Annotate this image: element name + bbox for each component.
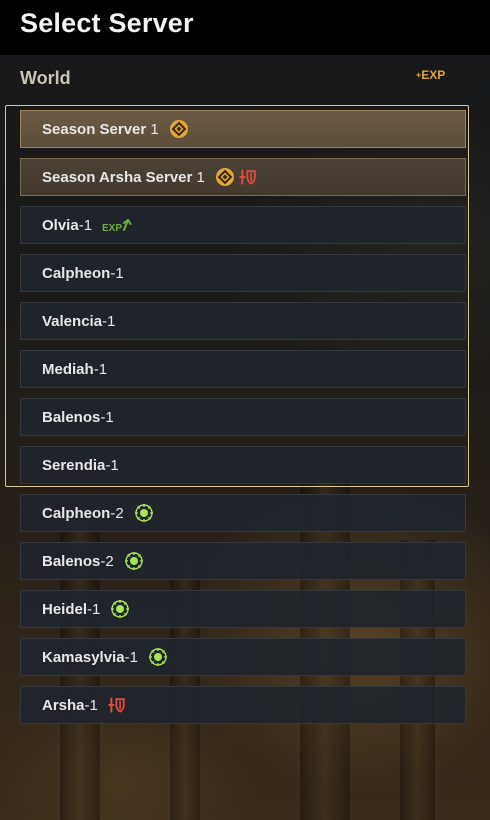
server-name: Balenos-2: [42, 553, 114, 570]
pvp-icon: [108, 695, 128, 715]
exp-legend: +EXP: [416, 68, 446, 82]
server-channel-number: 1: [83, 216, 93, 234]
server-channel-number: 1: [89, 696, 98, 714]
pvp-icon: [239, 167, 259, 187]
server-name: Serendia-1: [42, 457, 119, 474]
server-name-base: Balenos: [42, 408, 101, 426]
server-channel-number: 1: [129, 648, 138, 666]
spark-icon: [110, 599, 130, 619]
title-bar: Select Server: [0, 0, 490, 55]
server-row[interactable]: Mediah-1: [20, 350, 466, 388]
exp-legend-text: EXP: [421, 68, 446, 82]
server-name-base: Heidel: [42, 600, 88, 618]
server-badges: EXP: [102, 216, 132, 234]
server-name: Mediah-1: [42, 361, 107, 378]
server-channel-number: 1: [115, 264, 124, 282]
server-name: Heidel-1: [42, 601, 100, 618]
server-name: Valencia-1: [42, 313, 115, 330]
server-row[interactable]: Calpheon-1: [20, 254, 466, 292]
server-name-base: Arsha: [42, 696, 85, 714]
server-row[interactable]: Season Arsha Server 1: [20, 158, 466, 196]
server-channel-number: 1: [196, 168, 205, 186]
server-channel-number: 1: [98, 360, 108, 378]
server-name-base: Balenos: [42, 552, 101, 570]
server-name: Balenos-1: [42, 409, 114, 426]
server-badges: [215, 167, 259, 187]
server-name-base: Calpheon: [42, 264, 111, 282]
server-row[interactable]: Calpheon-2: [20, 494, 466, 532]
spark-icon: [134, 503, 154, 523]
server-name-base: Season Server: [42, 120, 147, 138]
server-channel-number: 1: [105, 408, 114, 426]
server-name: Season Arsha Server 1: [42, 169, 205, 186]
exp-boost-icon: EXP: [102, 216, 132, 234]
server-name: Arsha-1: [42, 697, 98, 714]
server-badges: [134, 503, 154, 523]
spark-icon: [124, 551, 144, 571]
server-name: Season Server 1: [42, 121, 159, 138]
server-name-base: Mediah: [42, 360, 94, 378]
server-name-base: Serendia: [42, 456, 106, 474]
server-channel-number: 1: [107, 312, 116, 330]
server-row[interactable]: Kamasylvia-1: [20, 638, 466, 676]
server-name: Olvia-1: [42, 217, 92, 234]
server-name-base: Season Arsha Server: [42, 168, 193, 186]
server-name-base: Olvia: [42, 216, 79, 234]
server-channel-number: 2: [115, 504, 124, 522]
season-icon: [215, 167, 235, 187]
server-name: Calpheon-2: [42, 505, 124, 522]
server-list: Season Server 1 Season Arsha Server 1 Ol…: [20, 110, 466, 734]
server-badges: [108, 695, 128, 715]
server-row[interactable]: Balenos-2: [20, 542, 466, 580]
server-row[interactable]: Serendia-1: [20, 446, 466, 484]
server-name: Calpheon-1: [42, 265, 124, 282]
server-row[interactable]: Arsha-1: [20, 686, 466, 724]
server-channel-number: 1: [150, 120, 159, 138]
server-name: Kamasylvia-1: [42, 649, 138, 666]
server-channel-number: 2: [105, 552, 114, 570]
server-badges: [124, 551, 144, 571]
spark-icon: [148, 647, 168, 667]
server-row[interactable]: Balenos-1: [20, 398, 466, 436]
svg-text:EXP: EXP: [102, 223, 122, 234]
server-badges: [148, 647, 168, 667]
world-section-label: World: [20, 68, 71, 88]
server-row[interactable]: Valencia-1: [20, 302, 466, 340]
server-name-base: Valencia: [42, 312, 103, 330]
server-channel-number: 1: [110, 456, 119, 474]
server-row[interactable]: Olvia-1 EXP: [20, 206, 466, 244]
server-badges: [169, 119, 189, 139]
server-channel-number: 1: [92, 600, 101, 618]
season-icon: [169, 119, 189, 139]
server-row[interactable]: Season Server 1: [20, 110, 466, 148]
server-name-base: Calpheon: [42, 504, 111, 522]
server-name-base: Kamasylvia: [42, 648, 125, 666]
server-row[interactable]: Heidel-1: [20, 590, 466, 628]
server-badges: [110, 599, 130, 619]
page-title: Select Server: [20, 8, 194, 38]
